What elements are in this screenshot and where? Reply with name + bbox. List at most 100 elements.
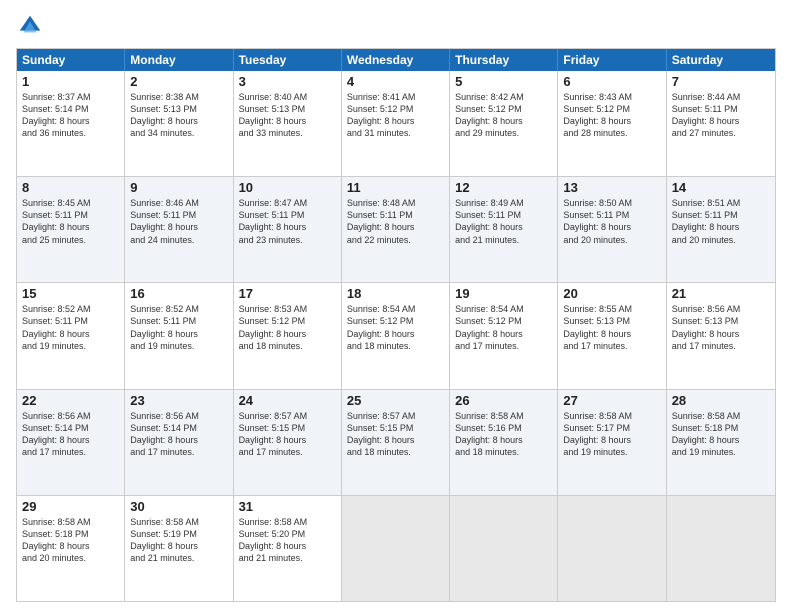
day-details: Sunrise: 8:38 AMSunset: 5:13 PMDaylight:… [130, 91, 227, 140]
day-details: Sunrise: 8:42 AMSunset: 5:12 PMDaylight:… [455, 91, 552, 140]
day-number: 24 [239, 393, 336, 410]
header-day-thursday: Thursday [450, 49, 558, 71]
day-number: 26 [455, 393, 552, 410]
day-details: Sunrise: 8:57 AMSunset: 5:15 PMDaylight:… [239, 410, 336, 459]
day-details: Sunrise: 8:37 AMSunset: 5:14 PMDaylight:… [22, 91, 119, 140]
day-number: 14 [672, 180, 770, 197]
day-number: 9 [130, 180, 227, 197]
day-details: Sunrise: 8:58 AMSunset: 5:18 PMDaylight:… [22, 516, 119, 565]
day-cell-23: 23Sunrise: 8:56 AMSunset: 5:14 PMDayligh… [125, 390, 233, 495]
day-details: Sunrise: 8:58 AMSunset: 5:20 PMDaylight:… [239, 516, 336, 565]
day-number: 18 [347, 286, 444, 303]
day-number: 10 [239, 180, 336, 197]
empty-cell [558, 496, 666, 601]
day-number: 27 [563, 393, 660, 410]
header-day-saturday: Saturday [667, 49, 775, 71]
day-details: Sunrise: 8:47 AMSunset: 5:11 PMDaylight:… [239, 197, 336, 246]
day-number: 25 [347, 393, 444, 410]
day-details: Sunrise: 8:50 AMSunset: 5:11 PMDaylight:… [563, 197, 660, 246]
day-cell-3: 3Sunrise: 8:40 AMSunset: 5:13 PMDaylight… [234, 71, 342, 176]
day-cell-9: 9Sunrise: 8:46 AMSunset: 5:11 PMDaylight… [125, 177, 233, 282]
day-details: Sunrise: 8:55 AMSunset: 5:13 PMDaylight:… [563, 303, 660, 352]
empty-cell [450, 496, 558, 601]
day-number: 29 [22, 499, 119, 516]
day-cell-19: 19Sunrise: 8:54 AMSunset: 5:12 PMDayligh… [450, 283, 558, 388]
day-cell-20: 20Sunrise: 8:55 AMSunset: 5:13 PMDayligh… [558, 283, 666, 388]
calendar-week-3: 15Sunrise: 8:52 AMSunset: 5:11 PMDayligh… [17, 282, 775, 388]
day-number: 1 [22, 74, 119, 91]
day-cell-30: 30Sunrise: 8:58 AMSunset: 5:19 PMDayligh… [125, 496, 233, 601]
day-number: 20 [563, 286, 660, 303]
day-cell-21: 21Sunrise: 8:56 AMSunset: 5:13 PMDayligh… [667, 283, 775, 388]
calendar-week-2: 8Sunrise: 8:45 AMSunset: 5:11 PMDaylight… [17, 176, 775, 282]
calendar: SundayMondayTuesdayWednesdayThursdayFrid… [16, 48, 776, 602]
day-cell-26: 26Sunrise: 8:58 AMSunset: 5:16 PMDayligh… [450, 390, 558, 495]
day-details: Sunrise: 8:54 AMSunset: 5:12 PMDaylight:… [455, 303, 552, 352]
day-number: 13 [563, 180, 660, 197]
day-cell-22: 22Sunrise: 8:56 AMSunset: 5:14 PMDayligh… [17, 390, 125, 495]
calendar-body: 1Sunrise: 8:37 AMSunset: 5:14 PMDaylight… [17, 71, 775, 601]
day-cell-2: 2Sunrise: 8:38 AMSunset: 5:13 PMDaylight… [125, 71, 233, 176]
day-details: Sunrise: 8:54 AMSunset: 5:12 PMDaylight:… [347, 303, 444, 352]
header [16, 12, 776, 40]
calendar-week-1: 1Sunrise: 8:37 AMSunset: 5:14 PMDaylight… [17, 71, 775, 176]
day-number: 19 [455, 286, 552, 303]
header-day-wednesday: Wednesday [342, 49, 450, 71]
empty-cell [667, 496, 775, 601]
day-number: 5 [455, 74, 552, 91]
day-number: 31 [239, 499, 336, 516]
day-number: 3 [239, 74, 336, 91]
day-cell-15: 15Sunrise: 8:52 AMSunset: 5:11 PMDayligh… [17, 283, 125, 388]
day-details: Sunrise: 8:49 AMSunset: 5:11 PMDaylight:… [455, 197, 552, 246]
day-number: 6 [563, 74, 660, 91]
day-cell-10: 10Sunrise: 8:47 AMSunset: 5:11 PMDayligh… [234, 177, 342, 282]
page: SundayMondayTuesdayWednesdayThursdayFrid… [0, 0, 792, 612]
day-cell-14: 14Sunrise: 8:51 AMSunset: 5:11 PMDayligh… [667, 177, 775, 282]
day-number: 11 [347, 180, 444, 197]
day-cell-7: 7Sunrise: 8:44 AMSunset: 5:11 PMDaylight… [667, 71, 775, 176]
day-number: 4 [347, 74, 444, 91]
day-cell-8: 8Sunrise: 8:45 AMSunset: 5:11 PMDaylight… [17, 177, 125, 282]
day-cell-4: 4Sunrise: 8:41 AMSunset: 5:12 PMDaylight… [342, 71, 450, 176]
day-cell-1: 1Sunrise: 8:37 AMSunset: 5:14 PMDaylight… [17, 71, 125, 176]
day-number: 22 [22, 393, 119, 410]
day-details: Sunrise: 8:57 AMSunset: 5:15 PMDaylight:… [347, 410, 444, 459]
day-cell-31: 31Sunrise: 8:58 AMSunset: 5:20 PMDayligh… [234, 496, 342, 601]
day-details: Sunrise: 8:56 AMSunset: 5:14 PMDaylight:… [130, 410, 227, 459]
day-details: Sunrise: 8:44 AMSunset: 5:11 PMDaylight:… [672, 91, 770, 140]
calendar-header: SundayMondayTuesdayWednesdayThursdayFrid… [17, 49, 775, 71]
day-number: 8 [22, 180, 119, 197]
day-cell-24: 24Sunrise: 8:57 AMSunset: 5:15 PMDayligh… [234, 390, 342, 495]
day-cell-25: 25Sunrise: 8:57 AMSunset: 5:15 PMDayligh… [342, 390, 450, 495]
day-details: Sunrise: 8:58 AMSunset: 5:17 PMDaylight:… [563, 410, 660, 459]
logo [16, 12, 48, 40]
day-cell-29: 29Sunrise: 8:58 AMSunset: 5:18 PMDayligh… [17, 496, 125, 601]
header-day-tuesday: Tuesday [234, 49, 342, 71]
day-number: 2 [130, 74, 227, 91]
day-details: Sunrise: 8:56 AMSunset: 5:13 PMDaylight:… [672, 303, 770, 352]
day-details: Sunrise: 8:41 AMSunset: 5:12 PMDaylight:… [347, 91, 444, 140]
day-number: 7 [672, 74, 770, 91]
day-details: Sunrise: 8:58 AMSunset: 5:18 PMDaylight:… [672, 410, 770, 459]
day-number: 30 [130, 499, 227, 516]
day-number: 21 [672, 286, 770, 303]
day-details: Sunrise: 8:53 AMSunset: 5:12 PMDaylight:… [239, 303, 336, 352]
day-details: Sunrise: 8:46 AMSunset: 5:11 PMDaylight:… [130, 197, 227, 246]
day-details: Sunrise: 8:43 AMSunset: 5:12 PMDaylight:… [563, 91, 660, 140]
day-number: 15 [22, 286, 119, 303]
day-cell-12: 12Sunrise: 8:49 AMSunset: 5:11 PMDayligh… [450, 177, 558, 282]
day-cell-17: 17Sunrise: 8:53 AMSunset: 5:12 PMDayligh… [234, 283, 342, 388]
day-cell-16: 16Sunrise: 8:52 AMSunset: 5:11 PMDayligh… [125, 283, 233, 388]
empty-cell [342, 496, 450, 601]
day-details: Sunrise: 8:51 AMSunset: 5:11 PMDaylight:… [672, 197, 770, 246]
day-number: 12 [455, 180, 552, 197]
day-cell-11: 11Sunrise: 8:48 AMSunset: 5:11 PMDayligh… [342, 177, 450, 282]
day-number: 28 [672, 393, 770, 410]
day-number: 23 [130, 393, 227, 410]
day-details: Sunrise: 8:40 AMSunset: 5:13 PMDaylight:… [239, 91, 336, 140]
day-details: Sunrise: 8:48 AMSunset: 5:11 PMDaylight:… [347, 197, 444, 246]
day-details: Sunrise: 8:56 AMSunset: 5:14 PMDaylight:… [22, 410, 119, 459]
day-number: 17 [239, 286, 336, 303]
day-cell-6: 6Sunrise: 8:43 AMSunset: 5:12 PMDaylight… [558, 71, 666, 176]
logo-icon [16, 12, 44, 40]
